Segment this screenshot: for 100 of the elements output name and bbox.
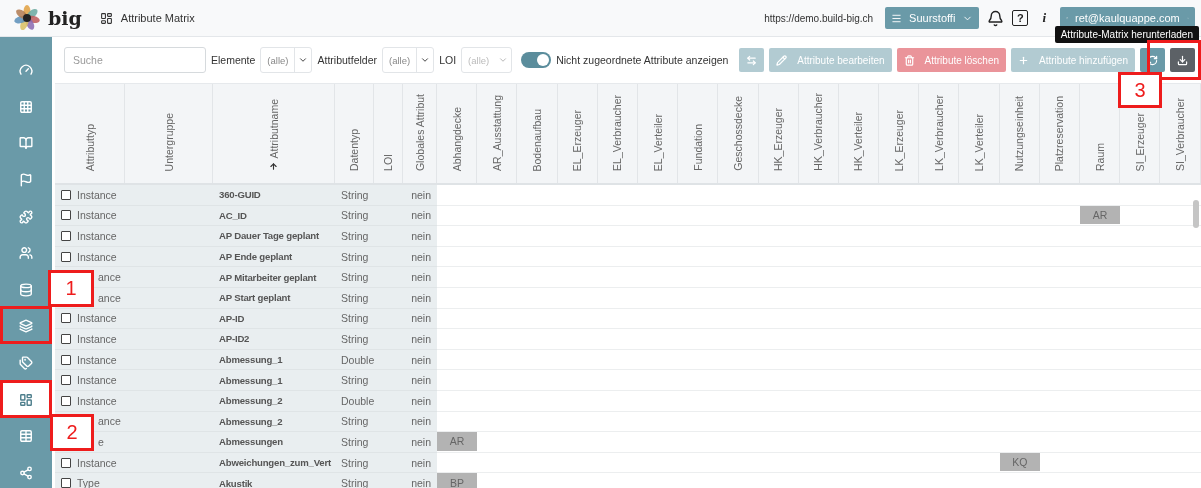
row-checkbox[interactable] xyxy=(61,189,71,200)
search-field[interactable]: Suche xyxy=(64,47,206,73)
row-checkbox[interactable] xyxy=(61,457,71,468)
attribute-name: Abmessung_1 xyxy=(213,370,335,391)
data-type: String xyxy=(335,205,403,227)
database-icon xyxy=(19,282,33,297)
users-icon xyxy=(19,246,33,261)
column-header[interactable]: Raum xyxy=(1093,143,1106,171)
row-checkbox[interactable] xyxy=(61,395,71,406)
global-value: nein xyxy=(403,267,437,288)
download-button[interactable] xyxy=(1170,48,1195,72)
column-header[interactable]: Nutzungseinheit xyxy=(1013,95,1026,171)
sort-arrow-icon xyxy=(269,162,278,171)
pencil-icon xyxy=(776,54,788,66)
tags-icon xyxy=(19,356,33,371)
attribute-type: Instance xyxy=(77,353,117,366)
column-header[interactable]: LOI xyxy=(382,154,394,171)
global-value: nein xyxy=(403,185,437,206)
global-value: nein xyxy=(403,329,437,350)
attribute-type: ance xyxy=(98,271,121,284)
user-button[interactable]: ret@kaulquappe.com xyxy=(1060,7,1195,29)
filter-select[interactable]: (alle) xyxy=(382,47,435,73)
attribute-type: Instance xyxy=(77,209,117,222)
column-header[interactable]: Attributtyp xyxy=(83,123,96,171)
column-header[interactable]: LK_Erzeuger xyxy=(892,109,905,171)
column-header[interactable]: HK_Verteiler xyxy=(852,112,865,171)
trash-icon xyxy=(903,54,915,66)
column-header[interactable]: EL_Erzeuger xyxy=(571,109,584,171)
attribute-name: AP-ID xyxy=(213,308,335,330)
column-header[interactable]: EL_Verteiler xyxy=(651,113,664,171)
column-header[interactable]: AR_Ausstattung xyxy=(490,95,503,171)
callout-number: 3 xyxy=(1118,72,1162,108)
column-header[interactable]: Bodenaufbau xyxy=(530,108,543,171)
attribute-type: Instance xyxy=(77,250,117,263)
row-checkbox[interactable] xyxy=(61,375,71,386)
info-icon[interactable]: i xyxy=(1042,10,1046,26)
row-checkbox[interactable] xyxy=(61,478,71,488)
toggle-label: Nicht zugeordnete Attribute anzeigen xyxy=(556,54,729,66)
column-header[interactable]: LK_Verbraucher xyxy=(932,95,945,171)
column-header[interactable]: Fundation xyxy=(691,124,704,171)
attribute-name: AP Mitarbeiter geplant xyxy=(213,267,335,288)
attribute-name: Abweichungen_zum_Vert xyxy=(213,452,335,474)
dashboard-icon xyxy=(99,11,113,25)
column-header[interactable]: EL_Verbraucher xyxy=(611,95,624,171)
column-header[interactable]: Platzreservation xyxy=(1053,95,1066,171)
column-header[interactable]: LK_Verteiler xyxy=(973,113,986,171)
scrollbar-thumb[interactable] xyxy=(1193,200,1199,228)
global-value: nein xyxy=(403,226,437,247)
toggle-switch[interactable] xyxy=(521,52,552,68)
column-header[interactable]: SI_Erzeuger xyxy=(1133,112,1146,171)
attribute-type: ance xyxy=(98,291,121,304)
refresh-button[interactable] xyxy=(1140,48,1165,72)
filter-label: Elemente xyxy=(211,54,256,66)
help-icon[interactable]: ? xyxy=(1012,10,1029,26)
download-icon xyxy=(1177,54,1188,66)
element-tag[interactable]: AR xyxy=(437,432,478,451)
grid-icon xyxy=(19,99,33,114)
column-header[interactable]: Datentyp xyxy=(348,128,360,171)
column-header[interactable]: Globales Attribut xyxy=(413,93,426,171)
filter-label: Attributfelder xyxy=(317,54,377,66)
bell-icon[interactable] xyxy=(987,9,1005,27)
flag-icon xyxy=(19,173,33,188)
global-value: nein xyxy=(403,473,437,488)
attribute-name: Abmessungen xyxy=(213,432,335,453)
row-checkbox[interactable] xyxy=(61,251,71,262)
attribute-name: AC_ID xyxy=(213,205,335,227)
column-header[interactable]: Attributname xyxy=(267,99,280,159)
swap-arrows-icon xyxy=(746,54,758,66)
row-checkbox[interactable] xyxy=(61,210,71,221)
attribute-name: Abmessung_2 xyxy=(213,411,335,433)
column-header[interactable]: Abhangdecke xyxy=(450,106,463,171)
project-button[interactable]: Suurstoffi xyxy=(885,7,980,29)
element-tag[interactable]: BP xyxy=(437,473,478,488)
puzzle-icon xyxy=(19,209,33,224)
table-icon xyxy=(19,429,33,444)
column-header[interactable]: HK_Verbraucher xyxy=(812,93,825,171)
column-header[interactable]: SI_Verbraucher xyxy=(1173,98,1186,171)
row-checkbox[interactable] xyxy=(61,333,71,344)
row-checkbox[interactable] xyxy=(61,313,71,324)
filter-select[interactable]: (alle) xyxy=(260,47,313,73)
row-checkbox[interactable] xyxy=(61,354,71,365)
column-header[interactable]: Untergruppe xyxy=(162,112,175,171)
attribute-name: 360-GUID xyxy=(213,185,335,206)
data-type: String xyxy=(335,185,403,206)
global-value: nein xyxy=(403,432,437,453)
attribute-type: e xyxy=(98,435,104,448)
share-icon xyxy=(19,465,33,480)
layers-icon xyxy=(19,319,33,334)
attribute-type: Instance xyxy=(77,332,117,345)
row-checkbox[interactable] xyxy=(61,231,71,241)
attribute-name: AP-ID2 xyxy=(213,329,335,350)
data-type: String xyxy=(335,246,403,268)
column-header[interactable]: Geschossdecke xyxy=(731,96,744,171)
global-value: nein xyxy=(403,349,437,371)
brand-name: big xyxy=(48,7,82,29)
column-header[interactable]: HK_Erzeuger xyxy=(772,107,785,171)
flower-logo-icon xyxy=(14,5,40,31)
attribute-name: Abmessung_1 xyxy=(213,349,335,371)
attribute-type: ance xyxy=(98,415,121,428)
callout-number: 1 xyxy=(48,270,94,307)
